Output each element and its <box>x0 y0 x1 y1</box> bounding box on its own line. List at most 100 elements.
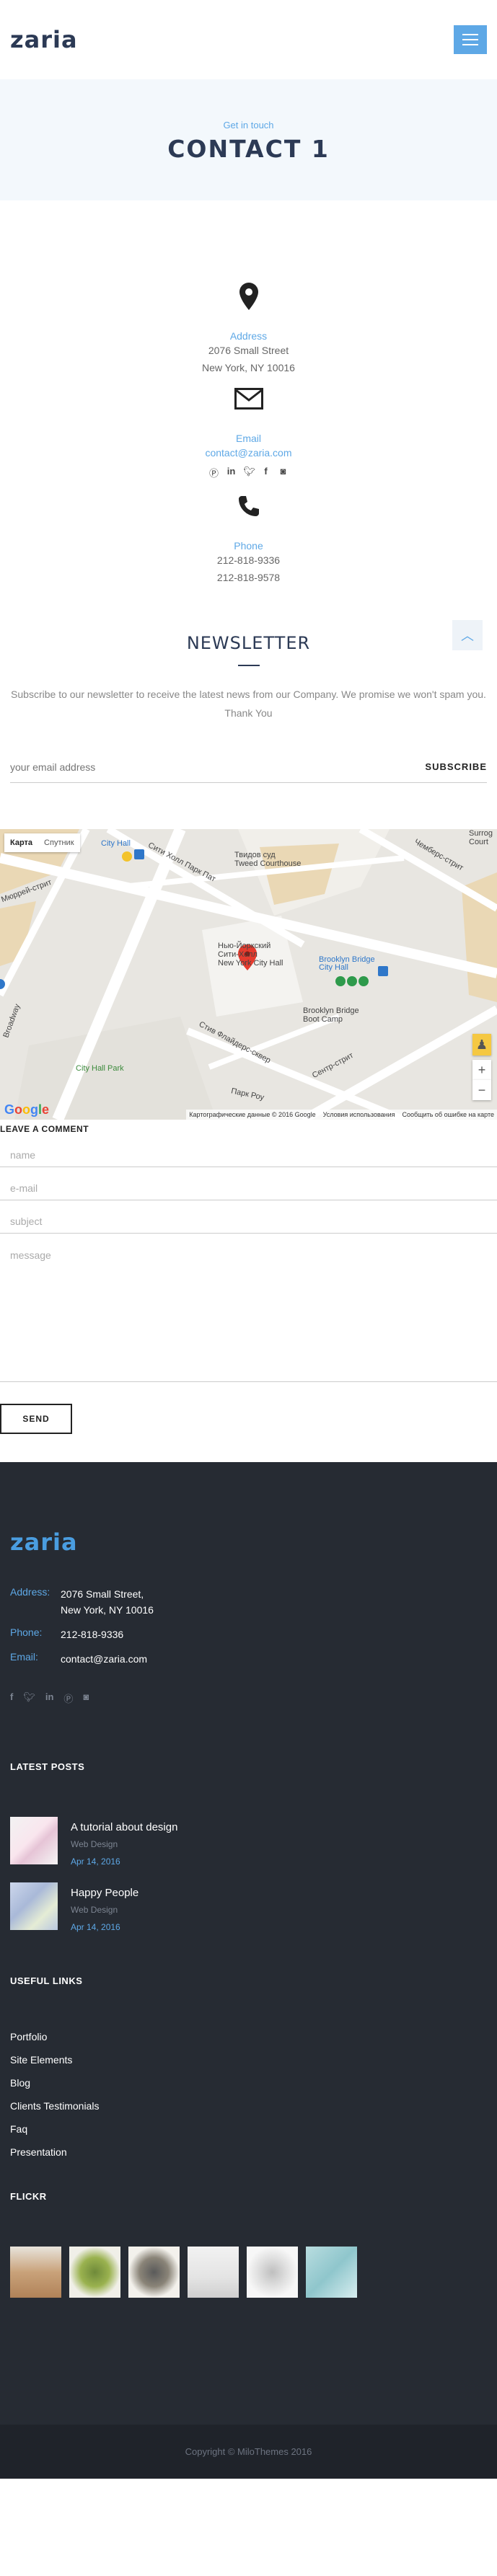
facebook-icon[interactable]: f <box>10 1691 13 1705</box>
phone-line-2: 212-818-9578 <box>216 572 281 583</box>
page-title: CONTACT 1 <box>167 135 330 163</box>
comment-form: LEAVE A COMMENT name e-mail subject mess… <box>0 1120 497 1462</box>
link-portfolio[interactable]: Portfolio <box>10 2031 487 2042</box>
message-field[interactable]: message <box>0 1234 497 1382</box>
map-pin-icon <box>0 280 497 313</box>
hamburger-icon[interactable] <box>454 25 487 54</box>
newsletter-title: NEWSLETTER <box>186 633 311 653</box>
zoom-out-button[interactable]: − <box>472 1080 491 1100</box>
footer-contact: Address: 2076 Small Street, New York, NY… <box>10 1586 487 1667</box>
instagram-icon[interactable]: ◙ <box>278 466 289 479</box>
flickr-photo[interactable] <box>188 2247 239 2298</box>
footer-address-line-1: 2076 Small Street, <box>61 1588 144 1600</box>
subject-field[interactable]: subject <box>0 1200 497 1234</box>
map-label-city-hall: Нью-Йоркский Сити-Холл New York City Hal… <box>218 942 283 968</box>
linkedin-icon[interactable]: in <box>226 466 237 479</box>
map-label-city-hall-station: City Hall <box>101 839 131 848</box>
name-field[interactable]: name <box>0 1134 497 1167</box>
map-terms-link[interactable]: Условия использования <box>323 1111 395 1118</box>
map-type-satellite-button[interactable]: Спутник <box>38 833 79 852</box>
social-links: Ⓟ in 🐦︎ f ◙ <box>0 466 497 479</box>
subscribe-button[interactable]: SUBSCRIBE <box>425 761 487 772</box>
flickr-photo[interactable] <box>247 2247 298 2298</box>
footer-address-label: Address: <box>10 1586 50 1598</box>
email-field[interactable]: e-mail <box>0 1167 497 1200</box>
footer-email[interactable]: contact@zaria.com <box>61 1651 147 1667</box>
twitter-icon[interactable]: 🐦︎ <box>23 1691 35 1705</box>
footer-address-line-2: New York, NY 10016 <box>61 1604 154 1616</box>
logo[interactable]: zaria <box>10 26 78 53</box>
instagram-icon[interactable]: ◙ <box>83 1691 89 1705</box>
comment-title: LEAVE A COMMENT <box>0 1124 89 1134</box>
twitter-icon[interactable]: 🐦︎ <box>244 466 256 479</box>
footer-phone-label: Phone: <box>10 1626 43 1638</box>
footer-social-links: f 🐦︎ in Ⓟ ◙ <box>10 1691 487 1705</box>
google-logo: Google <box>4 1102 50 1117</box>
footer-logo[interactable]: zaria <box>10 1528 487 1556</box>
post-title[interactable]: Happy People <box>71 1887 138 1899</box>
newsletter-email-input[interactable] <box>10 761 299 773</box>
street-view-pegman-icon[interactable]: ♟ <box>472 1034 491 1055</box>
flickr-title: FLICKR <box>10 2191 47 2202</box>
address-label: Address <box>229 330 268 342</box>
map-label-park: City Hall Park <box>76 1064 124 1073</box>
useful-links-title: USEFUL LINKS <box>10 1975 83 1986</box>
post-date: Apr 14, 2016 <box>71 1856 120 1867</box>
post-item[interactable]: Happy People Web Design Apr 14, 2016 <box>10 1882 487 1932</box>
map-canvas <box>0 829 497 1120</box>
google-map[interactable]: City Hall Твидов суд Tweed Courthouse Нь… <box>0 829 497 1120</box>
useful-links-list: Portfolio Site Elements Blog Clients Tes… <box>10 2031 487 2158</box>
post-category: Web Design <box>71 1905 118 1915</box>
footer-email-label: Email: <box>10 1651 38 1663</box>
linkedin-icon[interactable]: in <box>45 1691 54 1705</box>
phone-label: Phone <box>234 540 263 552</box>
site-footer: zaria Address: 2076 Small Street, New Yo… <box>0 1462 497 2479</box>
copyright: Copyright © MiloThemes 2016 <box>0 2425 497 2479</box>
link-clients-testimonials[interactable]: Clients Testimonials <box>10 2100 487 2112</box>
pinterest-icon[interactable]: Ⓟ <box>63 1691 73 1705</box>
address-line-2: New York, NY 10016 <box>202 362 295 373</box>
link-faq[interactable]: Faq <box>10 2123 487 2135</box>
link-site-elements[interactable]: Site Elements <box>10 2054 487 2066</box>
footer-phone: 212-818-9336 <box>61 1629 124 1640</box>
link-presentation[interactable]: Presentation <box>10 2146 487 2158</box>
address-line-1: 2076 Small Street <box>208 345 289 356</box>
flickr-photo[interactable] <box>10 2247 61 2298</box>
post-item[interactable]: A tutorial about design Web Design Apr 1… <box>10 1817 487 1867</box>
map-type-switch: Карта Спутник <box>4 833 80 852</box>
latest-posts-list: A tutorial about design Web Design Apr 1… <box>10 1817 487 1932</box>
flickr-photo[interactable] <box>69 2247 120 2298</box>
scroll-to-top-button[interactable]: ︿ <box>452 620 483 650</box>
map-data-credit: Картографические данные © 2016 Google <box>189 1111 316 1118</box>
flickr-photo[interactable] <box>306 2247 357 2298</box>
map-attribution: Картографические данные © 2016 Google Ус… <box>186 1110 497 1120</box>
flickr-gallery <box>10 2247 487 2298</box>
post-category: Web Design <box>71 1839 118 1849</box>
send-button[interactable]: SEND <box>0 1404 72 1434</box>
contact-info: Address 2076 Small Street New York, NY 1… <box>0 200 497 650</box>
post-title[interactable]: A tutorial about design <box>71 1821 177 1833</box>
map-label-boot-camp: Brooklyn Bridge Boot Camp <box>303 1006 359 1024</box>
flickr-photo[interactable] <box>128 2247 180 2298</box>
map-report-link[interactable]: Сообщить об ошибке на карте <box>403 1111 494 1118</box>
pinterest-icon[interactable]: Ⓟ <box>209 466 219 479</box>
phone-line-1: 212-818-9336 <box>216 554 281 566</box>
map-type-map-button[interactable]: Карта <box>4 833 38 852</box>
envelope-icon <box>0 382 497 415</box>
post-thumbnail[interactable] <box>10 1882 58 1930</box>
email-link[interactable]: contact@zaria.com <box>0 444 497 461</box>
page-hero: Get in touch CONTACT 1 <box>0 79 497 200</box>
link-blog[interactable]: Blog <box>10 2077 487 2089</box>
phone-icon <box>0 490 497 523</box>
latest-posts-title: LATEST POSTS <box>10 1761 85 1772</box>
post-thumbnail[interactable] <box>10 1817 58 1864</box>
chevron-up-icon: ︿ <box>461 629 474 643</box>
site-header: zaria <box>0 0 497 79</box>
hero-subtitle: Get in touch <box>223 120 274 130</box>
newsletter-text: Subscribe to our newsletter to receive t… <box>11 689 486 719</box>
map-label-courthouse: Твидов суд Tweed Courthouse <box>234 851 302 868</box>
facebook-icon[interactable]: f <box>261 466 271 479</box>
newsletter-form: SUBSCRIBE <box>10 751 487 783</box>
title-divider <box>237 665 260 666</box>
zoom-in-button[interactable]: + <box>472 1060 491 1080</box>
